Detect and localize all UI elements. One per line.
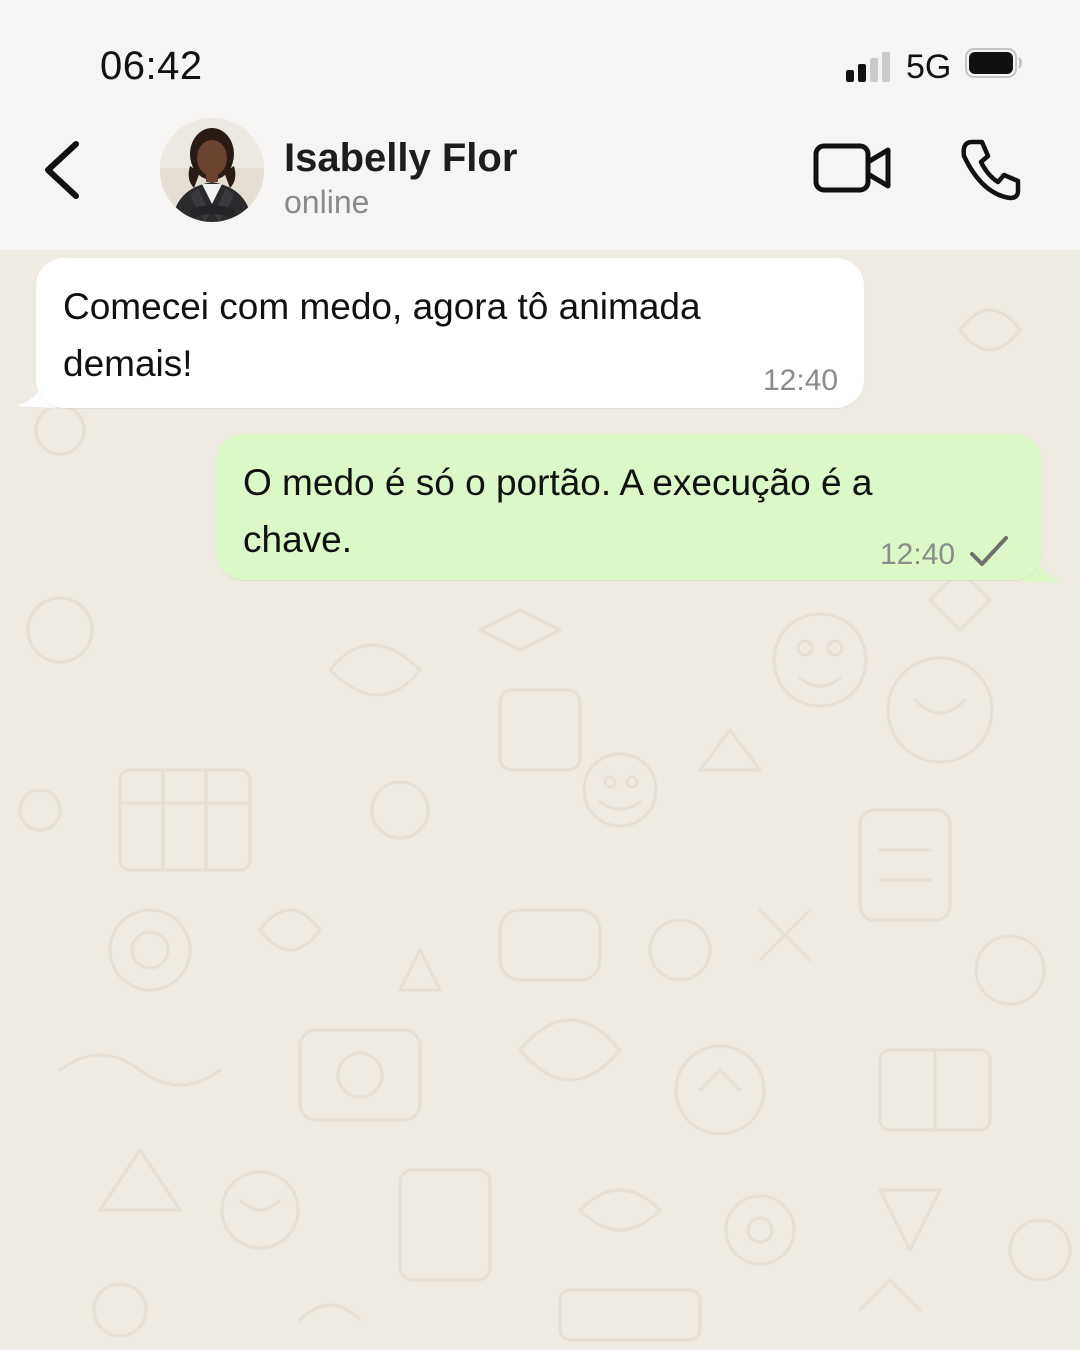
incoming-message-bubble[interactable]: Comecei com medo, agora tô animada demai… (36, 258, 864, 408)
contact-status: online (284, 184, 370, 220)
chat-header: Isabelly Flor online (0, 110, 1080, 250)
chat-area[interactable]: Comecei com medo, agora tô animada demai… (0, 250, 1080, 1350)
network-label: 5G (906, 48, 952, 86)
message-text: O medo é só o portão. A execução é a cha… (243, 462, 873, 560)
message-text: Comecei com medo, agora tô animada demai… (63, 286, 701, 384)
status-time: 06:42 (100, 44, 203, 88)
contact-name[interactable]: Isabelly Flor (284, 136, 517, 181)
battery-icon (965, 47, 1023, 79)
message-time: 12:40 (763, 364, 839, 397)
signal-bars-icon (846, 52, 896, 82)
chat-wallpaper (18, 308, 1072, 1342)
single-check-icon (970, 536, 1008, 566)
video-camera-icon (813, 143, 891, 193)
avatar[interactable] (160, 118, 264, 222)
voice-call-button[interactable] (958, 136, 1024, 202)
chevron-left-icon (45, 141, 79, 199)
message-time: 12:40 (880, 538, 956, 571)
phone-icon (961, 139, 1021, 201)
status-bar: 06:42 5G (0, 0, 1080, 110)
outgoing-message-bubble[interactable]: O medo é só o portão. A execução é a cha… (216, 434, 1042, 580)
video-call-button[interactable] (812, 140, 894, 198)
back-button[interactable] (36, 132, 92, 208)
